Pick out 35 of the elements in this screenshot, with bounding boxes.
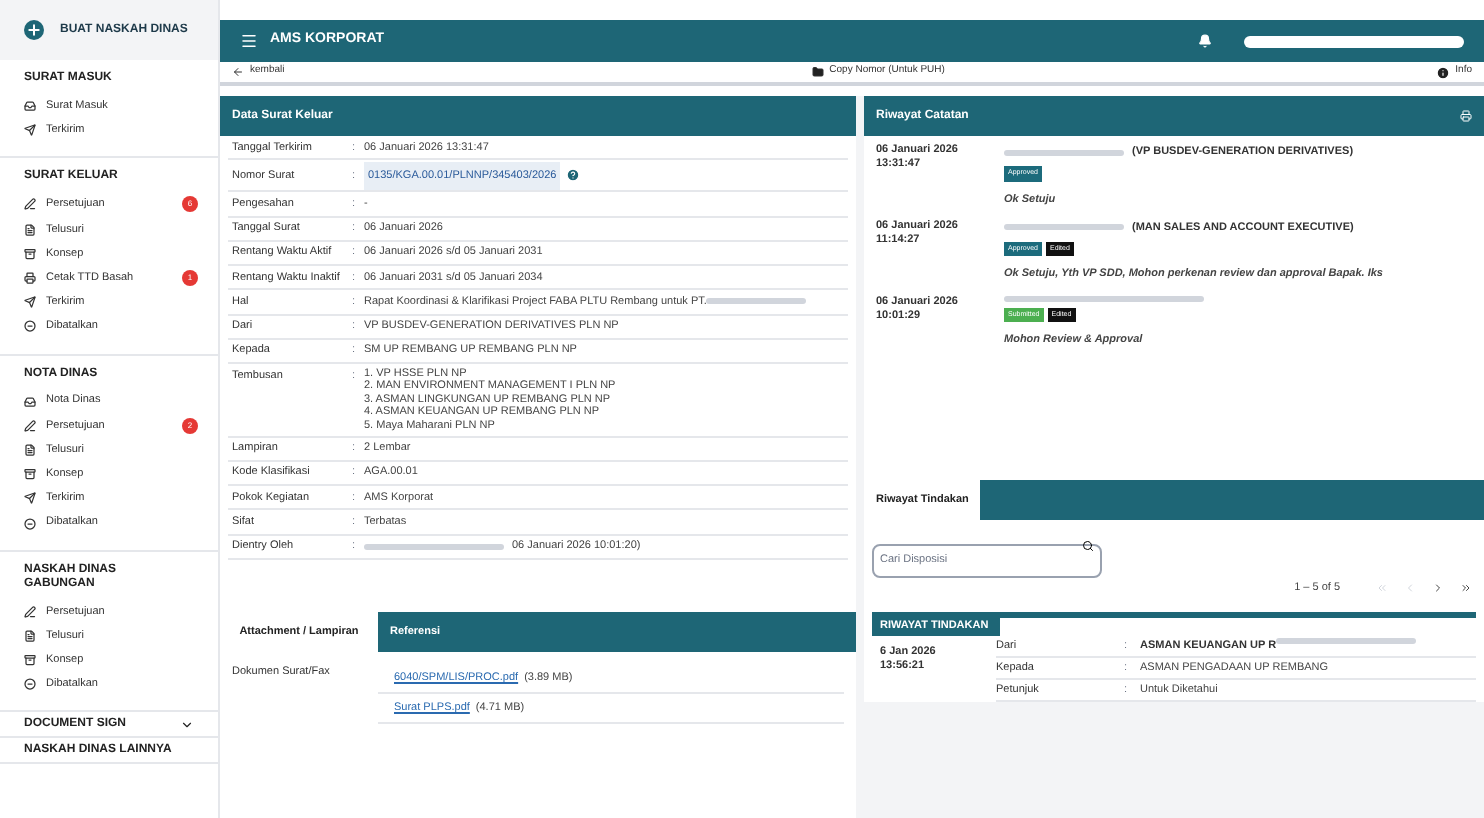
inbox-icon [24,100,36,113]
cancel-icon [24,517,36,530]
redaction-bar [364,543,504,550]
pen-icon [24,605,36,618]
send-icon [24,492,36,505]
send-icon [24,296,36,309]
plus-icon [24,20,44,40]
redaction-bar [706,298,807,305]
inbox-icon [24,395,36,408]
pen-icon [24,198,36,211]
cancel-icon [24,320,36,333]
file-icon [24,443,36,456]
archive-icon [24,654,36,667]
redaction-bar [1004,149,1124,156]
help-icon[interactable] [566,168,581,183]
printer-icon[interactable] [1460,110,1472,122]
file-icon [24,223,36,236]
redaction-bar [1276,637,1417,643]
menu-icon[interactable] [240,32,258,50]
search-icon [1082,540,1094,552]
next-page-icon[interactable] [1432,582,1444,595]
printer-icon [24,272,36,285]
redaction-bar [1004,224,1124,231]
archive-icon [24,468,36,481]
archive-icon [24,247,36,260]
cancel-icon [24,678,36,691]
folder-icon [811,66,824,78]
info-icon [1435,65,1450,79]
last-page-icon[interactable] [1460,582,1472,595]
user-name-bar[interactable] [1244,35,1464,47]
bell-icon[interactable] [1198,34,1212,48]
back-arrow-icon[interactable] [232,66,244,78]
send-icon [24,124,36,137]
pen-icon [24,419,36,432]
file-icon [24,629,36,642]
